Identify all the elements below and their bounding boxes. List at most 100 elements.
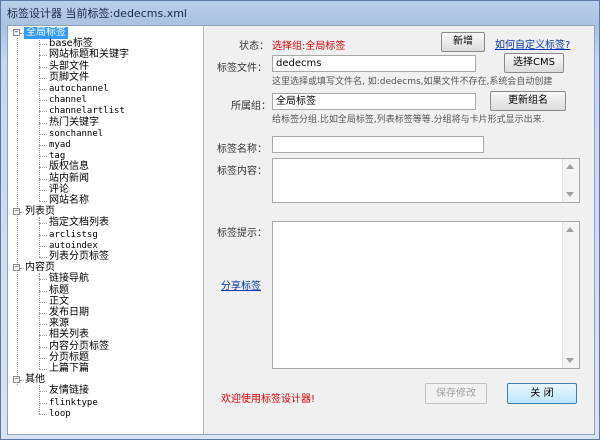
file-label: 标签文件： [217,63,267,74]
select-cms-button[interactable]: 选择CMS [504,53,564,73]
tip-scrollbar[interactable] [562,222,579,368]
tree-item-label: channelartlist [49,106,125,117]
tree-connector-line [39,167,47,169]
tree-group-node[interactable]: − 内容页 [8,262,202,274]
tree-item-label: 头部文件 [49,60,89,72]
tree-item[interactable]: arclistsg [8,230,202,241]
tree-group-node[interactable]: − 全局标签 [8,27,202,39]
tree-item-label: 评论 [49,183,69,195]
tree-item[interactable]: 正文 [8,295,202,308]
collapse-toggle-icon[interactable]: − [13,376,20,384]
tree-connector-line [39,369,47,370]
tree-item[interactable]: 链接导航 [8,273,202,285]
collapse-toggle-icon[interactable]: − [13,29,20,36]
tree-item[interactable]: loop [8,409,202,420]
tree-connector-line [39,234,47,236]
scroll-down-arrow-icon[interactable] [566,192,574,197]
tree-item[interactable]: 热门关键字 [8,117,202,129]
tree-item-label: 指定文档列表 [49,217,109,229]
tree-item-label: 网站标题和关键字 [49,49,129,61]
update-group-button[interactable]: 更新组名 [490,91,566,111]
tree-item-label: 页脚文件 [49,71,89,83]
group-hint: 给标签分组.比如全局标签,列表标签等等.分组将与卡片形式显示出来. [272,115,545,125]
collapse-toggle-icon[interactable]: − [13,208,20,216]
tree-item[interactable]: 头部文件 [8,60,202,73]
tag-name-input[interactable] [272,136,484,153]
file-hint: 这里选择或填写文件名, 如:dedecms,如果文件不存在,系统会自动创建 [272,77,553,87]
status-value: 选择组:全局标签 [272,41,346,52]
collapse-toggle-icon[interactable]: − [13,264,20,272]
tree-item[interactable]: autochannel [8,84,202,95]
name-label: 标签名称： [217,144,267,155]
tree-item[interactable]: sonchannel [8,129,202,140]
share-tag-link[interactable]: 分享标签 [221,277,261,292]
tree-item-label: arclistsg [49,229,98,240]
tree-item-label: 内容分页标签 [49,340,109,352]
tree-connector-line [39,402,47,404]
tree-item[interactable]: channelartlist [8,106,202,117]
scroll-down-arrow-icon[interactable] [566,358,574,363]
tree-connector-line [39,357,47,359]
tree-item-label: flinktype [49,397,98,408]
tree-connector-line [39,111,47,113]
group-input[interactable]: 全局标签 [272,93,476,110]
tree-item-label: 网站名称 [49,195,89,206]
scroll-up-arrow-icon[interactable] [566,227,574,232]
group-label: 所属组： [231,101,271,112]
tree-item[interactable]: myad [8,140,202,151]
tree-connector-line [39,245,47,247]
status-label: 状态： [239,41,269,52]
tree-connector-line [39,413,47,415]
tag-tree[interactable]: − 全局标签 base标签 网站标题和关键字 头部文件 页脚文件 autochannel ch… [8,26,204,434]
tree-connector-line [39,257,47,258]
tree-connector-line [39,385,40,414]
tree-item-label: channel [49,95,87,106]
tree-item[interactable]: 来源 [8,318,202,330]
app-window: 标签设计器 当前标签:dedecms.xml − 全局标签 base标签 网站标题和关… [0,0,600,440]
content-scrollbar[interactable] [562,159,579,202]
tree-connector-line [39,189,47,191]
tree-item-label: 正文 [49,295,69,307]
tree-item[interactable]: tag [8,151,202,162]
tree-item[interactable]: 内容分页标签 [8,340,202,353]
tree-item[interactable]: 站内新闻 [8,173,202,185]
tree-connector-line [39,391,47,393]
tree-connector-line [39,77,47,79]
tree-group-node[interactable]: − 其他 [8,374,202,386]
tag-file-input[interactable]: dedecms [272,55,476,72]
tree-connector-line [39,346,47,348]
tree-item[interactable]: 友情链接 [8,385,202,397]
tag-tip-textarea[interactable] [272,221,580,369]
custom-tag-help-link[interactable]: 如何自定义标签? [495,36,570,51]
tree-item[interactable]: 网站标题和关键字 [8,49,202,61]
welcome-message: 欢迎使用标签设计器! [221,394,316,405]
tree-connector-line [39,313,47,314]
tree-item[interactable]: 标题 [8,285,202,297]
tree-connector-line [39,145,47,146]
tree-item[interactable]: 指定文档列表 [8,217,202,229]
tree-item[interactable]: 评论 [8,183,202,196]
tag-content-textarea[interactable] [272,158,580,203]
new-button[interactable]: 新增 [441,32,485,52]
tree-connector-line [39,122,47,124]
scroll-up-arrow-icon[interactable] [566,164,574,169]
tree-item[interactable]: 分页标题 [8,352,202,364]
tree-connector-line [39,324,47,326]
title-bar[interactable]: 标签设计器 当前标签:dedecms.xml [1,1,599,23]
tree-item-label: autoindex [49,240,98,251]
tree-connector-line [39,178,47,180]
close-button[interactable]: 关 闭 [507,383,577,404]
tree-connector-line [20,212,24,214]
tree-connector-line [20,380,24,382]
tree-item[interactable]: 版权信息 [8,161,202,173]
tree-connector-line [39,89,47,90]
tree-group-label: 其他 [25,374,45,386]
tree-item[interactable]: 发布日期 [8,307,202,319]
tree-item-label: 版权信息 [49,161,89,173]
tree-item-label: myad [49,140,71,150]
tree-connector-line [39,156,47,158]
tree-item-label: autochannel [49,84,109,94]
tip-label: 标签提示： [217,228,267,239]
save-changes-button[interactable]: 保存修改 [425,383,487,404]
tree-item[interactable]: flinktype [8,398,202,409]
